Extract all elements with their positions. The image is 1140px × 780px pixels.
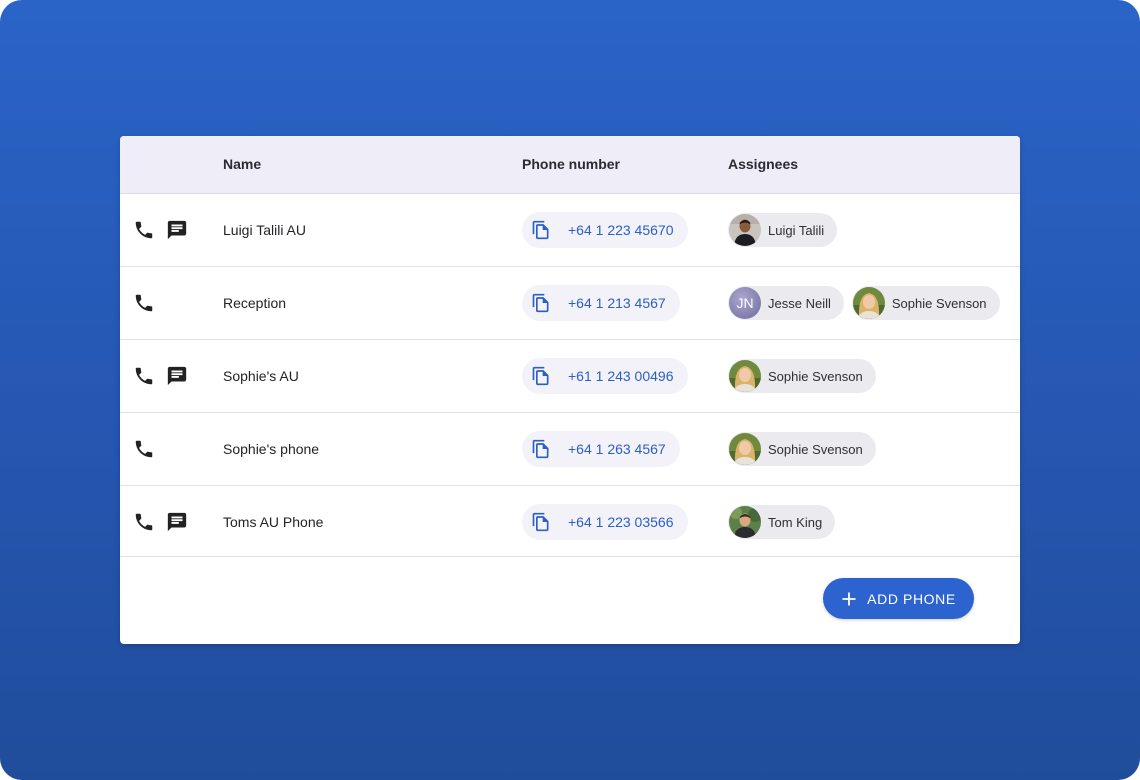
table-row[interactable]: Toms AU Phone +64 1 223 03566 Tom King [120, 486, 1020, 557]
assignees-list: Tom King [728, 505, 843, 539]
assignee-name: Tom King [768, 514, 823, 530]
plus-icon [841, 591, 857, 607]
assignee-chip[interactable]: Sophie Svenson [851, 286, 1000, 320]
phone-number-chip[interactable]: +64 1 213 4567 [522, 285, 680, 321]
message-icon[interactable] [166, 365, 188, 387]
table-row[interactable]: Luigi Talili AU +64 1 223 45670 Luigi Ta… [120, 194, 1020, 267]
phone-number: +64 1 223 45670 [568, 222, 674, 238]
phone-number: +64 1 213 4567 [568, 295, 666, 311]
assignees-list: Sophie Svenson [728, 359, 884, 393]
assignee-chip[interactable]: Sophie Svenson [728, 432, 876, 466]
copy-icon[interactable] [531, 439, 551, 459]
avatar: JN [729, 287, 761, 319]
phone-numbers-card: Name Phone number Assignees Luigi Talili… [120, 136, 1020, 644]
avatar [852, 287, 885, 319]
phone-icon[interactable] [133, 511, 155, 533]
phone-icon[interactable] [133, 438, 155, 460]
message-icon[interactable] [166, 219, 188, 241]
phone-number-chip[interactable]: +64 1 263 4567 [522, 431, 680, 467]
row-name: Sophie's AU [223, 368, 299, 384]
message-icon[interactable] [166, 511, 188, 533]
assignee-name: Sophie Svenson [891, 295, 987, 311]
phone-number-chip[interactable]: +64 1 223 45670 [522, 212, 688, 248]
assignee-name: Sophie Svenson [768, 368, 863, 384]
copy-icon[interactable] [531, 366, 551, 386]
table-row[interactable]: Sophie's phone +64 1 263 4567 Sophie Sve… [120, 413, 1020, 486]
phone-number: +64 1 223 03566 [568, 514, 674, 530]
phone-number: +64 1 263 4567 [568, 441, 666, 457]
copy-icon[interactable] [531, 293, 551, 313]
assignee-name: Sophie Svenson [768, 441, 863, 457]
add-phone-button[interactable]: ADD PHONE [823, 578, 974, 619]
table-row[interactable]: Reception +64 1 213 4567 JN Jesse Neill … [120, 267, 1020, 340]
copy-icon[interactable] [531, 220, 551, 240]
row-name: Reception [223, 295, 287, 311]
row-name: Toms AU Phone [223, 514, 324, 530]
assignee-chip[interactable]: Tom King [728, 505, 836, 539]
assignee-chip[interactable]: Luigi Talili [728, 213, 838, 247]
assignees-list: Luigi Talili [728, 213, 845, 247]
table-row[interactable]: Sophie's AU +61 1 243 00496 Sophie Svens… [120, 340, 1020, 413]
avatar [729, 433, 761, 465]
assignees-list: JN Jesse Neill Sophie Svenson [728, 286, 1008, 320]
phone-icon[interactable] [133, 365, 155, 387]
phone-icon[interactable] [133, 292, 155, 314]
assignee-chip[interactable]: Sophie Svenson [728, 359, 876, 393]
assignee-chip[interactable]: JN Jesse Neill [728, 286, 844, 320]
phone-number-chip[interactable]: +64 1 223 03566 [522, 504, 688, 540]
column-header-phone[interactable]: Phone number [522, 156, 620, 172]
table-header: Name Phone number Assignees [120, 136, 1020, 194]
avatar [729, 360, 761, 392]
assignee-name: Luigi Talili [768, 222, 825, 238]
add-phone-label: ADD PHONE [867, 590, 956, 607]
avatar [729, 506, 761, 538]
assignees-list: Sophie Svenson [728, 432, 884, 466]
app-background: Name Phone number Assignees Luigi Talili… [0, 0, 1140, 780]
phone-number-chip[interactable]: +61 1 243 00496 [522, 358, 688, 394]
column-header-assignees[interactable]: Assignees [728, 156, 798, 172]
phone-number: +61 1 243 00496 [568, 368, 674, 384]
column-header-name[interactable]: Name [223, 156, 261, 172]
row-name: Sophie's phone [223, 441, 320, 457]
avatar [729, 214, 761, 246]
assignee-name: Jesse Neill [768, 295, 831, 311]
copy-icon[interactable] [531, 512, 551, 532]
phone-icon[interactable] [133, 219, 155, 241]
row-name: Luigi Talili AU [223, 222, 307, 238]
